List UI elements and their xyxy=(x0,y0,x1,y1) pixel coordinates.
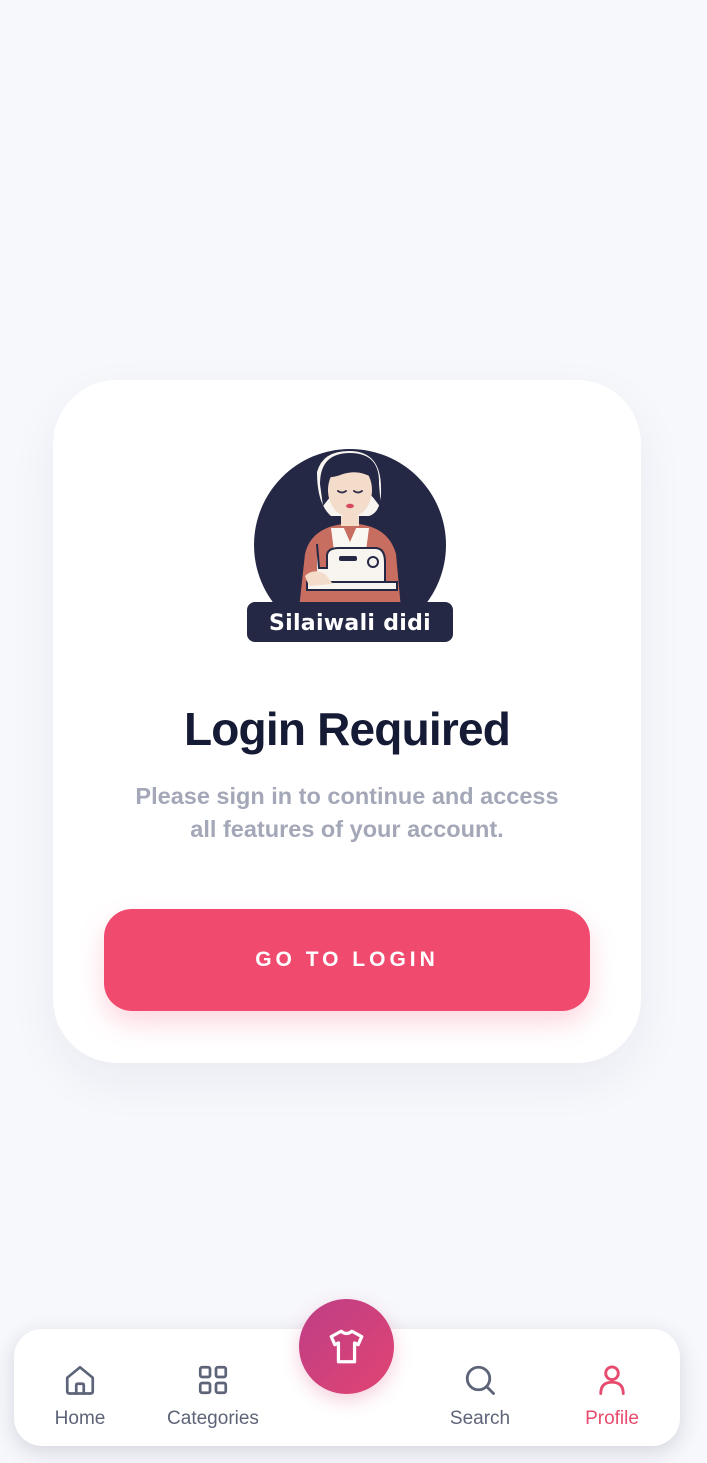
login-required-card: Silaiwali didi Login Required Please sig… xyxy=(53,380,641,1063)
center-shirt-button[interactable] xyxy=(299,1299,394,1394)
nav-item-home[interactable]: Home xyxy=(15,1329,145,1446)
nav-label-home: Home xyxy=(54,1408,106,1429)
go-to-login-button[interactable]: GO TO LOGIN xyxy=(104,909,590,1011)
page-subtitle: Please sign in to continue and access al… xyxy=(135,783,559,842)
grid-icon xyxy=(195,1362,231,1398)
home-icon xyxy=(62,1362,98,1398)
nav-label-categories: Categories xyxy=(167,1408,259,1429)
shirt-icon xyxy=(325,1325,368,1368)
nav-label-profile: Profile xyxy=(585,1408,639,1429)
logo-brand-text: Silaiwali didi xyxy=(268,611,431,636)
nav-item-categories[interactable]: Categories xyxy=(148,1329,278,1446)
nav-item-profile[interactable]: Profile xyxy=(547,1329,677,1446)
nav-label-search: Search xyxy=(449,1408,511,1429)
search-icon xyxy=(462,1362,498,1398)
nav-item-search[interactable]: Search xyxy=(415,1329,545,1446)
user-icon xyxy=(594,1362,630,1398)
page-title: Login Required xyxy=(183,703,511,755)
brand-logo: Silaiwali didi xyxy=(247,444,453,644)
